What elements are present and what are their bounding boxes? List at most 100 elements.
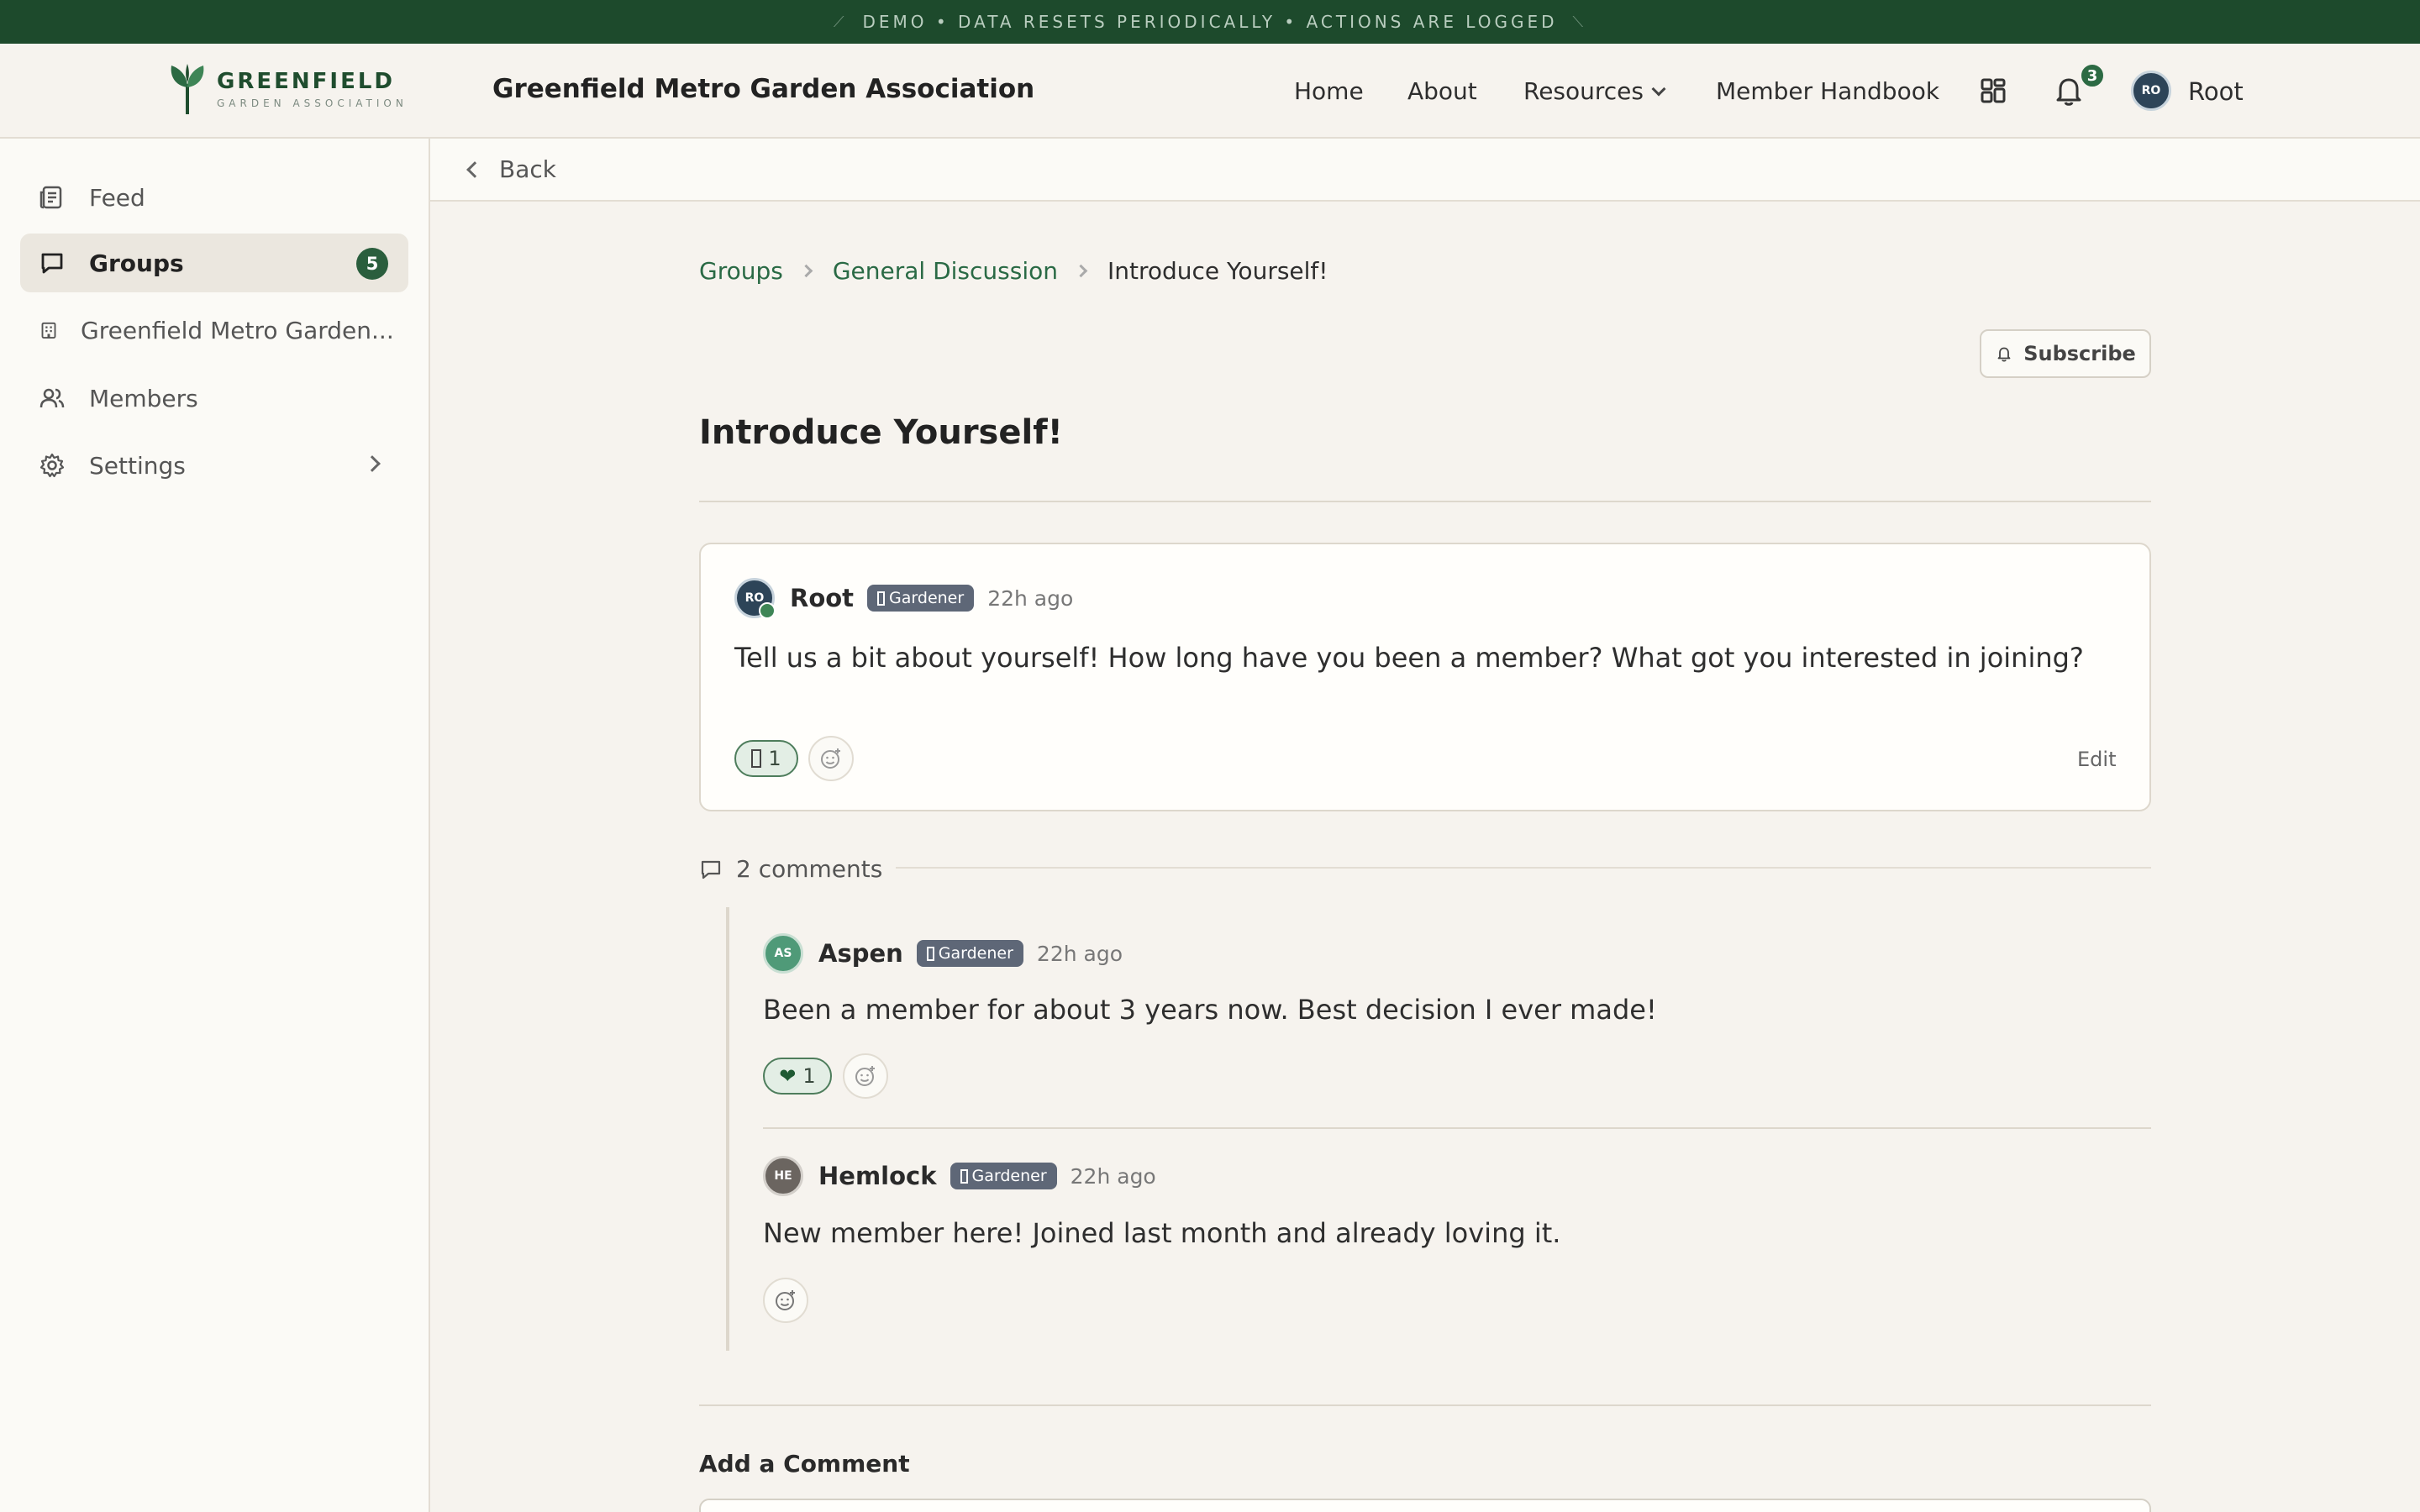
role-badge: Gardener bbox=[867, 585, 975, 612]
comments-divider bbox=[896, 867, 2151, 869]
edit-post-link[interactable]: Edit bbox=[2077, 748, 2116, 771]
add-reaction-button[interactable] bbox=[843, 1053, 888, 1099]
avatar-initials: HE bbox=[774, 1169, 792, 1183]
add-comment-divider bbox=[699, 1404, 2151, 1406]
nav-resources-label: Resources bbox=[1523, 77, 1644, 105]
subscribe-button[interactable]: Subscribe bbox=[1980, 329, 2151, 378]
grid-icon bbox=[1981, 78, 2006, 103]
sidebar-item-label: Groups bbox=[89, 249, 184, 277]
nav-about[interactable]: About bbox=[1407, 77, 1477, 105]
add-comment-heading: Add a Comment bbox=[699, 1450, 910, 1478]
breadcrumb-groups[interactable]: Groups bbox=[699, 257, 783, 285]
sprout-logo-icon bbox=[171, 64, 204, 114]
heart-icon: ❤ bbox=[779, 1064, 797, 1088]
post-author-name[interactable]: Root bbox=[790, 584, 854, 612]
comment-meta: AS Aspen Gardener 22h ago bbox=[763, 933, 1123, 974]
sidebar-item-label: Settings bbox=[89, 451, 186, 480]
user-name[interactable]: Root bbox=[2188, 77, 2244, 106]
avatar-initials: RO bbox=[744, 591, 765, 605]
sidebar-item-label: Members bbox=[89, 384, 198, 412]
sidebar-item-organization[interactable]: Greenfield Metro Garden... bbox=[20, 301, 408, 360]
org-title: Greenfield Metro Garden Association bbox=[492, 74, 1035, 104]
nav-home[interactable]: Home bbox=[1294, 77, 1364, 105]
banner-dash-right: ⟍ bbox=[1572, 13, 1587, 31]
role-icon bbox=[960, 1168, 968, 1184]
smiley-plus-icon bbox=[776, 1290, 795, 1310]
subscribe-label: Subscribe bbox=[2023, 342, 2136, 365]
comment-author-name[interactable]: Hemlock bbox=[818, 1162, 937, 1190]
post-author-avatar[interactable]: RO bbox=[734, 578, 776, 619]
smiley-plus-icon bbox=[821, 748, 840, 769]
add-reaction-button[interactable] bbox=[763, 1278, 808, 1323]
comment-meta: HE Hemlock Gardener 22h ago bbox=[763, 1156, 1156, 1196]
chevron-down-icon bbox=[1651, 81, 1666, 97]
comments-header: 2 comments bbox=[699, 855, 882, 883]
chevron-right-icon bbox=[1074, 264, 1088, 278]
logo-subtitle: GARDEN ASSOCIATION bbox=[217, 97, 408, 109]
nav-member-handbook[interactable]: Member Handbook bbox=[1716, 77, 1939, 105]
logo[interactable]: GREENFIELD GARDEN ASSOCIATION bbox=[166, 62, 408, 116]
comment-author-name[interactable]: Aspen bbox=[818, 939, 903, 968]
comment-input[interactable] bbox=[699, 1499, 2151, 1512]
chevron-right-icon bbox=[799, 264, 813, 278]
building-icon bbox=[41, 322, 56, 339]
comment-body: New member here! Joined last month and a… bbox=[763, 1217, 1561, 1249]
newspaper-icon bbox=[39, 186, 62, 209]
sidebar-item-groups[interactable]: Groups 5 bbox=[20, 234, 408, 292]
groups-count-badge: 5 bbox=[356, 248, 388, 280]
chat-bubble-icon bbox=[41, 253, 63, 274]
reaction-count: 1 bbox=[768, 747, 781, 770]
comment-time: 22h ago bbox=[1070, 1163, 1156, 1189]
gear-icon bbox=[39, 453, 65, 478]
chevron-right-icon bbox=[364, 455, 381, 472]
comment-author-avatar[interactable]: HE bbox=[763, 1156, 803, 1196]
sidebar-item-label: Greenfield Metro Garden... bbox=[81, 316, 394, 344]
thread-line bbox=[726, 907, 729, 1351]
nav-resources[interactable]: Resources bbox=[1523, 77, 1666, 105]
add-reaction-button[interactable] bbox=[808, 736, 854, 781]
comment-time: 22h ago bbox=[1036, 941, 1123, 966]
breadcrumb: Groups General Discussion Introduce Your… bbox=[699, 257, 1328, 285]
verified-shield-icon bbox=[759, 602, 776, 619]
reaction-pill[interactable]: 1 bbox=[734, 740, 798, 777]
comments-count: 2 comments bbox=[736, 855, 883, 883]
sidebar: Feed Groups 5 Greenfield Metro Garden...… bbox=[0, 139, 430, 1512]
page-title: Introduce Yourself! bbox=[699, 413, 1063, 452]
apps-grid-button[interactable] bbox=[1975, 72, 2012, 109]
reaction-count: 1 bbox=[802, 1064, 816, 1088]
back-button[interactable]: Back bbox=[499, 155, 556, 183]
notification-badge: 3 bbox=[2079, 62, 2106, 89]
sidebar-item-settings[interactable]: Settings bbox=[20, 436, 408, 495]
role-badge: Gardener bbox=[950, 1163, 1057, 1189]
role-label: Gardener bbox=[889, 589, 965, 607]
role-icon bbox=[926, 946, 934, 961]
role-label: Gardener bbox=[971, 1167, 1047, 1185]
post-time: 22h ago bbox=[987, 585, 1074, 611]
sidebar-item-members[interactable]: Members bbox=[20, 369, 408, 428]
user-avatar[interactable]: RO bbox=[2131, 71, 2171, 111]
reaction-icon bbox=[751, 749, 762, 768]
breadcrumb-general-discussion[interactable]: General Discussion bbox=[833, 257, 1058, 285]
banner-dash-left: ⟋ bbox=[833, 13, 848, 31]
role-badge: Gardener bbox=[916, 940, 1023, 967]
demo-banner-text: DEMO • DATA RESETS PERIODICALLY • ACTION… bbox=[862, 12, 1558, 32]
post-meta: RO Root Gardener 22h ago bbox=[734, 578, 1074, 619]
sidebar-item-feed[interactable]: Feed bbox=[20, 168, 408, 227]
logo-title: GREENFIELD bbox=[217, 69, 395, 94]
title-divider bbox=[699, 501, 2151, 502]
post-body: Tell us a bit about yourself! How long h… bbox=[734, 642, 2084, 674]
comment-icon bbox=[701, 860, 721, 879]
comment-author-avatar[interactable]: AS bbox=[763, 933, 803, 974]
reaction-pill[interactable]: ❤ 1 bbox=[763, 1058, 832, 1095]
comment-divider bbox=[763, 1127, 2151, 1129]
users-icon bbox=[39, 388, 65, 408]
avatar-initials: AS bbox=[774, 947, 792, 960]
role-icon bbox=[877, 591, 886, 606]
back-bar: Back bbox=[430, 139, 2420, 202]
bell-icon bbox=[1997, 347, 2011, 362]
chevron-left-icon[interactable] bbox=[466, 160, 483, 178]
comment-body: Been a member for about 3 years now. Bes… bbox=[763, 994, 1657, 1026]
smiley-plus-icon bbox=[855, 1066, 875, 1086]
demo-banner: ⟋ DEMO • DATA RESETS PERIODICALLY • ACTI… bbox=[0, 0, 2420, 44]
role-label: Gardener bbox=[938, 944, 1013, 963]
